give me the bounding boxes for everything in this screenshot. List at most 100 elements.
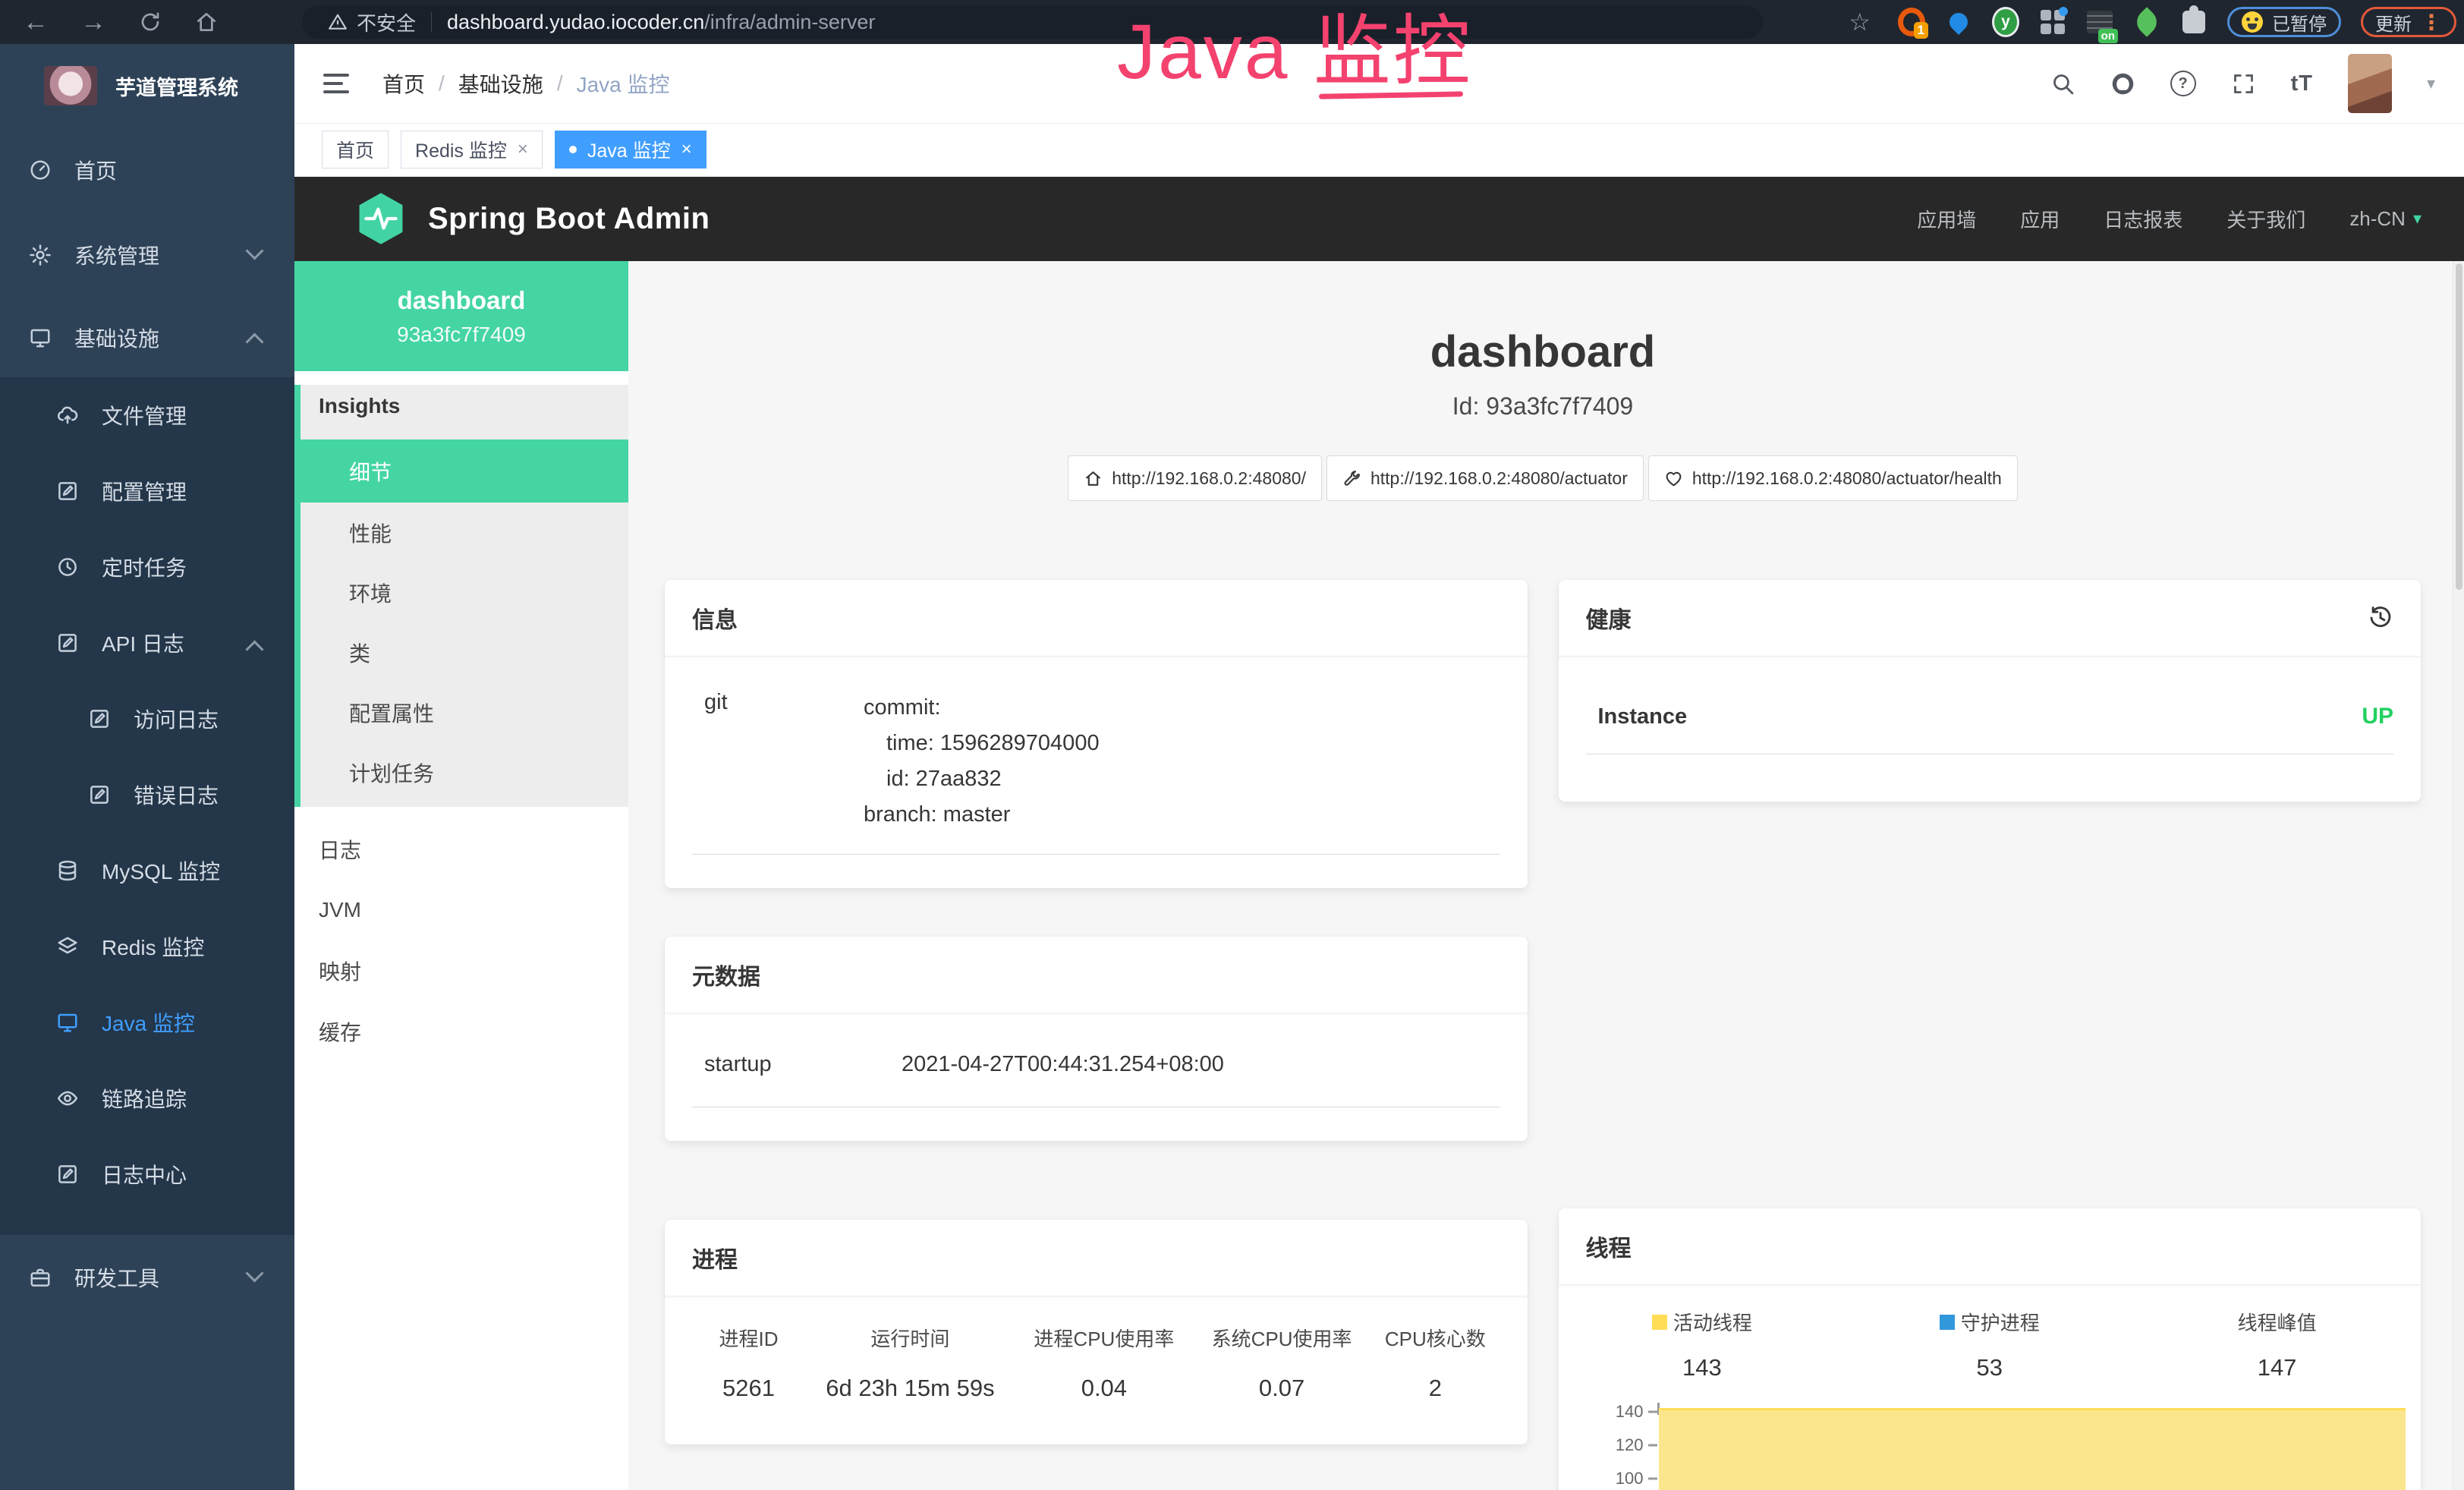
sidebar-item-label: 定时任务 <box>102 552 187 582</box>
log-edit-icon <box>56 632 79 654</box>
close-icon[interactable]: × <box>518 139 528 160</box>
sidebar-menu: 首页 系统管理 基础设施 文件管理 配置管理 <box>0 128 294 1490</box>
address-bar[interactable]: 不安全 dashboard.yudao.iocoder.cn /infra/ad… <box>302 5 1763 39</box>
sba-item-classes[interactable]: 类 <box>301 622 628 682</box>
sba-item-logs[interactable]: 日志 <box>294 819 628 880</box>
chevron-down-icon <box>245 241 263 260</box>
legend-label: 守护进程 <box>1961 1308 2040 1336</box>
sba-app-name: dashboard <box>398 286 526 315</box>
health-card: 健康 Instance UP <box>1559 580 2422 802</box>
sba-content: dashboard Id: 93a3fc7f7409 http://192.16… <box>628 261 2464 1490</box>
extension-badge: 1 <box>1914 22 1928 39</box>
help-icon[interactable]: ? <box>2170 71 2196 96</box>
sba-app-block[interactable]: dashboard 93a3fc7f7409 <box>294 261 628 371</box>
sidebar-item-access-log[interactable]: 访问日志 <box>0 681 294 757</box>
extension-orange-icon[interactable]: 1 <box>1898 8 1925 36</box>
sba-item-scheduled-tasks[interactable]: 计划任务 <box>301 742 628 802</box>
emoji-face-icon <box>2242 11 2263 33</box>
tab-home[interactable]: 首页 <box>322 131 389 169</box>
sidebar-item-config[interactable]: 配置管理 <box>0 453 294 529</box>
search-icon[interactable] <box>2050 71 2075 96</box>
sidebar-item-mysql[interactable]: MySQL 监控 <box>0 833 294 909</box>
sidebar-item-trace[interactable]: 链路追踪 <box>0 1060 294 1136</box>
extension-grid-icon[interactable] <box>2039 8 2066 36</box>
sba-locale-select[interactable]: zh-CN ▾ <box>2349 207 2422 231</box>
wrench-icon <box>1342 469 1361 488</box>
speedometer-icon <box>29 159 52 181</box>
clock-icon <box>56 556 79 578</box>
sidebar-item-system[interactable]: 系统管理 <box>0 213 294 298</box>
log-edit-icon <box>88 783 111 806</box>
sba-item-environment[interactable]: 环境 <box>301 562 628 622</box>
sidebar-item-label: 系统管理 <box>74 240 159 270</box>
sba-nav-applications[interactable]: 应用 <box>2020 205 2060 233</box>
avatar[interactable] <box>2348 54 2392 113</box>
sidebar-item-infra[interactable]: 基础设施 <box>0 298 294 377</box>
breadcrumb-item[interactable]: 基础设施 <box>458 68 543 99</box>
tab-redis[interactable]: Redis 监控 × <box>401 131 543 169</box>
y-tick-mark <box>1648 1444 1657 1447</box>
sidebar-item-home[interactable]: 首页 <box>0 128 294 213</box>
sidebar-submenu: 文件管理 配置管理 定时任务 API 日志 访问日志 <box>0 377 294 1235</box>
text-size-icon[interactable]: tT <box>2291 71 2313 96</box>
url-path: /infra/admin-server <box>704 11 875 34</box>
caret-down-icon[interactable]: ▾ <box>2427 74 2435 93</box>
sba-item-details[interactable]: 细节 <box>294 439 628 502</box>
cards-right-column: 健康 Instance UP <box>1559 580 2422 1490</box>
sidebar-item-java[interactable]: Java 监控 <box>0 984 294 1060</box>
sidebar-item-devtools[interactable]: 研发工具 <box>0 1235 294 1320</box>
sba-group-label: Insights <box>301 385 628 427</box>
sba-item-config-props[interactable]: 配置属性 <box>301 682 628 742</box>
extension-puzzle-icon[interactable] <box>2180 8 2208 36</box>
y-tick-label: 140 <box>1616 1402 1644 1422</box>
extension-leaf-icon[interactable] <box>2133 8 2160 36</box>
extension-y-icon[interactable]: y <box>1992 8 2019 36</box>
menu-dots-icon[interactable]: ⋮ <box>2421 10 2442 35</box>
tab-java[interactable]: Java 监控 × <box>555 131 706 169</box>
collapse-sidebar-icon[interactable] <box>323 74 349 93</box>
value-line: branch: master <box>864 797 1500 833</box>
back-icon[interactable]: ← <box>23 8 49 37</box>
paused-extension-button[interactable]: 已暂停 <box>2227 7 2341 37</box>
browser-extensions: ☆ 1 y on 已暂停 更新 ⋮ <box>1849 0 2456 44</box>
sba-nav-wall[interactable]: 应用墙 <box>1917 205 1976 233</box>
sba-item-mappings[interactable]: 映射 <box>294 940 628 1001</box>
actuator-url-button[interactable]: http://192.168.0.2:48080/actuator <box>1326 455 1644 501</box>
sidebar-item-api-log[interactable]: API 日志 <box>0 605 294 681</box>
sidebar-item-jobs[interactable]: 定时任务 <box>0 529 294 605</box>
scrollbar-thumb[interactable] <box>2456 263 2462 590</box>
sba-item-metrics[interactable]: 性能 <box>301 502 628 562</box>
history-icon[interactable] <box>2368 605 2393 631</box>
reload-icon[interactable] <box>138 10 162 34</box>
github-icon[interactable] <box>2110 71 2135 96</box>
health-url-button[interactable]: http://192.168.0.2:48080/actuator/health <box>1648 455 2018 501</box>
sba-nav-about[interactable]: 关于我们 <box>2226 205 2305 233</box>
status-badge: UP <box>2362 704 2393 729</box>
service-url-button[interactable]: http://192.168.0.2:48080/ <box>1068 455 1322 501</box>
sidebar-item-log-center[interactable]: 日志中心 <box>0 1136 294 1212</box>
close-icon[interactable]: × <box>681 139 692 160</box>
extension-pin-icon[interactable] <box>1945 8 1972 36</box>
breadcrumb-item[interactable]: 首页 <box>382 68 425 99</box>
active-dot-icon <box>569 146 577 153</box>
briefcase-icon <box>29 1266 52 1289</box>
sidebar-item-redis[interactable]: Redis 监控 <box>0 909 294 984</box>
fullscreen-icon[interactable] <box>2231 71 2256 96</box>
sidebar-item-files[interactable]: 文件管理 <box>0 377 294 453</box>
bookmark-star-icon[interactable]: ☆ <box>1849 8 1871 36</box>
sidebar-item-label: API 日志 <box>102 628 184 658</box>
sidebar-item-error-log[interactable]: 错误日志 <box>0 757 294 833</box>
legend-value: 147 <box>2258 1354 2297 1381</box>
card-title: 线程 <box>1586 1230 1632 1263</box>
scrollbar[interactable] <box>2453 261 2464 1490</box>
card-title: 健康 <box>1586 601 1632 635</box>
sba-item-caches[interactable]: 缓存 <box>294 1001 628 1062</box>
home-icon[interactable] <box>194 10 219 34</box>
chart-plot-area <box>1657 1403 2406 1490</box>
update-button[interactable]: 更新 ⋮ <box>2361 7 2456 37</box>
extension-on-icon[interactable]: on <box>2086 8 2113 36</box>
sba-nav-journal[interactable]: 日志报表 <box>2104 205 2182 233</box>
app-sidebar: 芋道管理系统 首页 系统管理 基础设施 文件管理 <box>0 44 294 1490</box>
sba-item-jvm[interactable]: JVM <box>294 880 628 940</box>
forward-icon[interactable]: → <box>80 8 106 37</box>
